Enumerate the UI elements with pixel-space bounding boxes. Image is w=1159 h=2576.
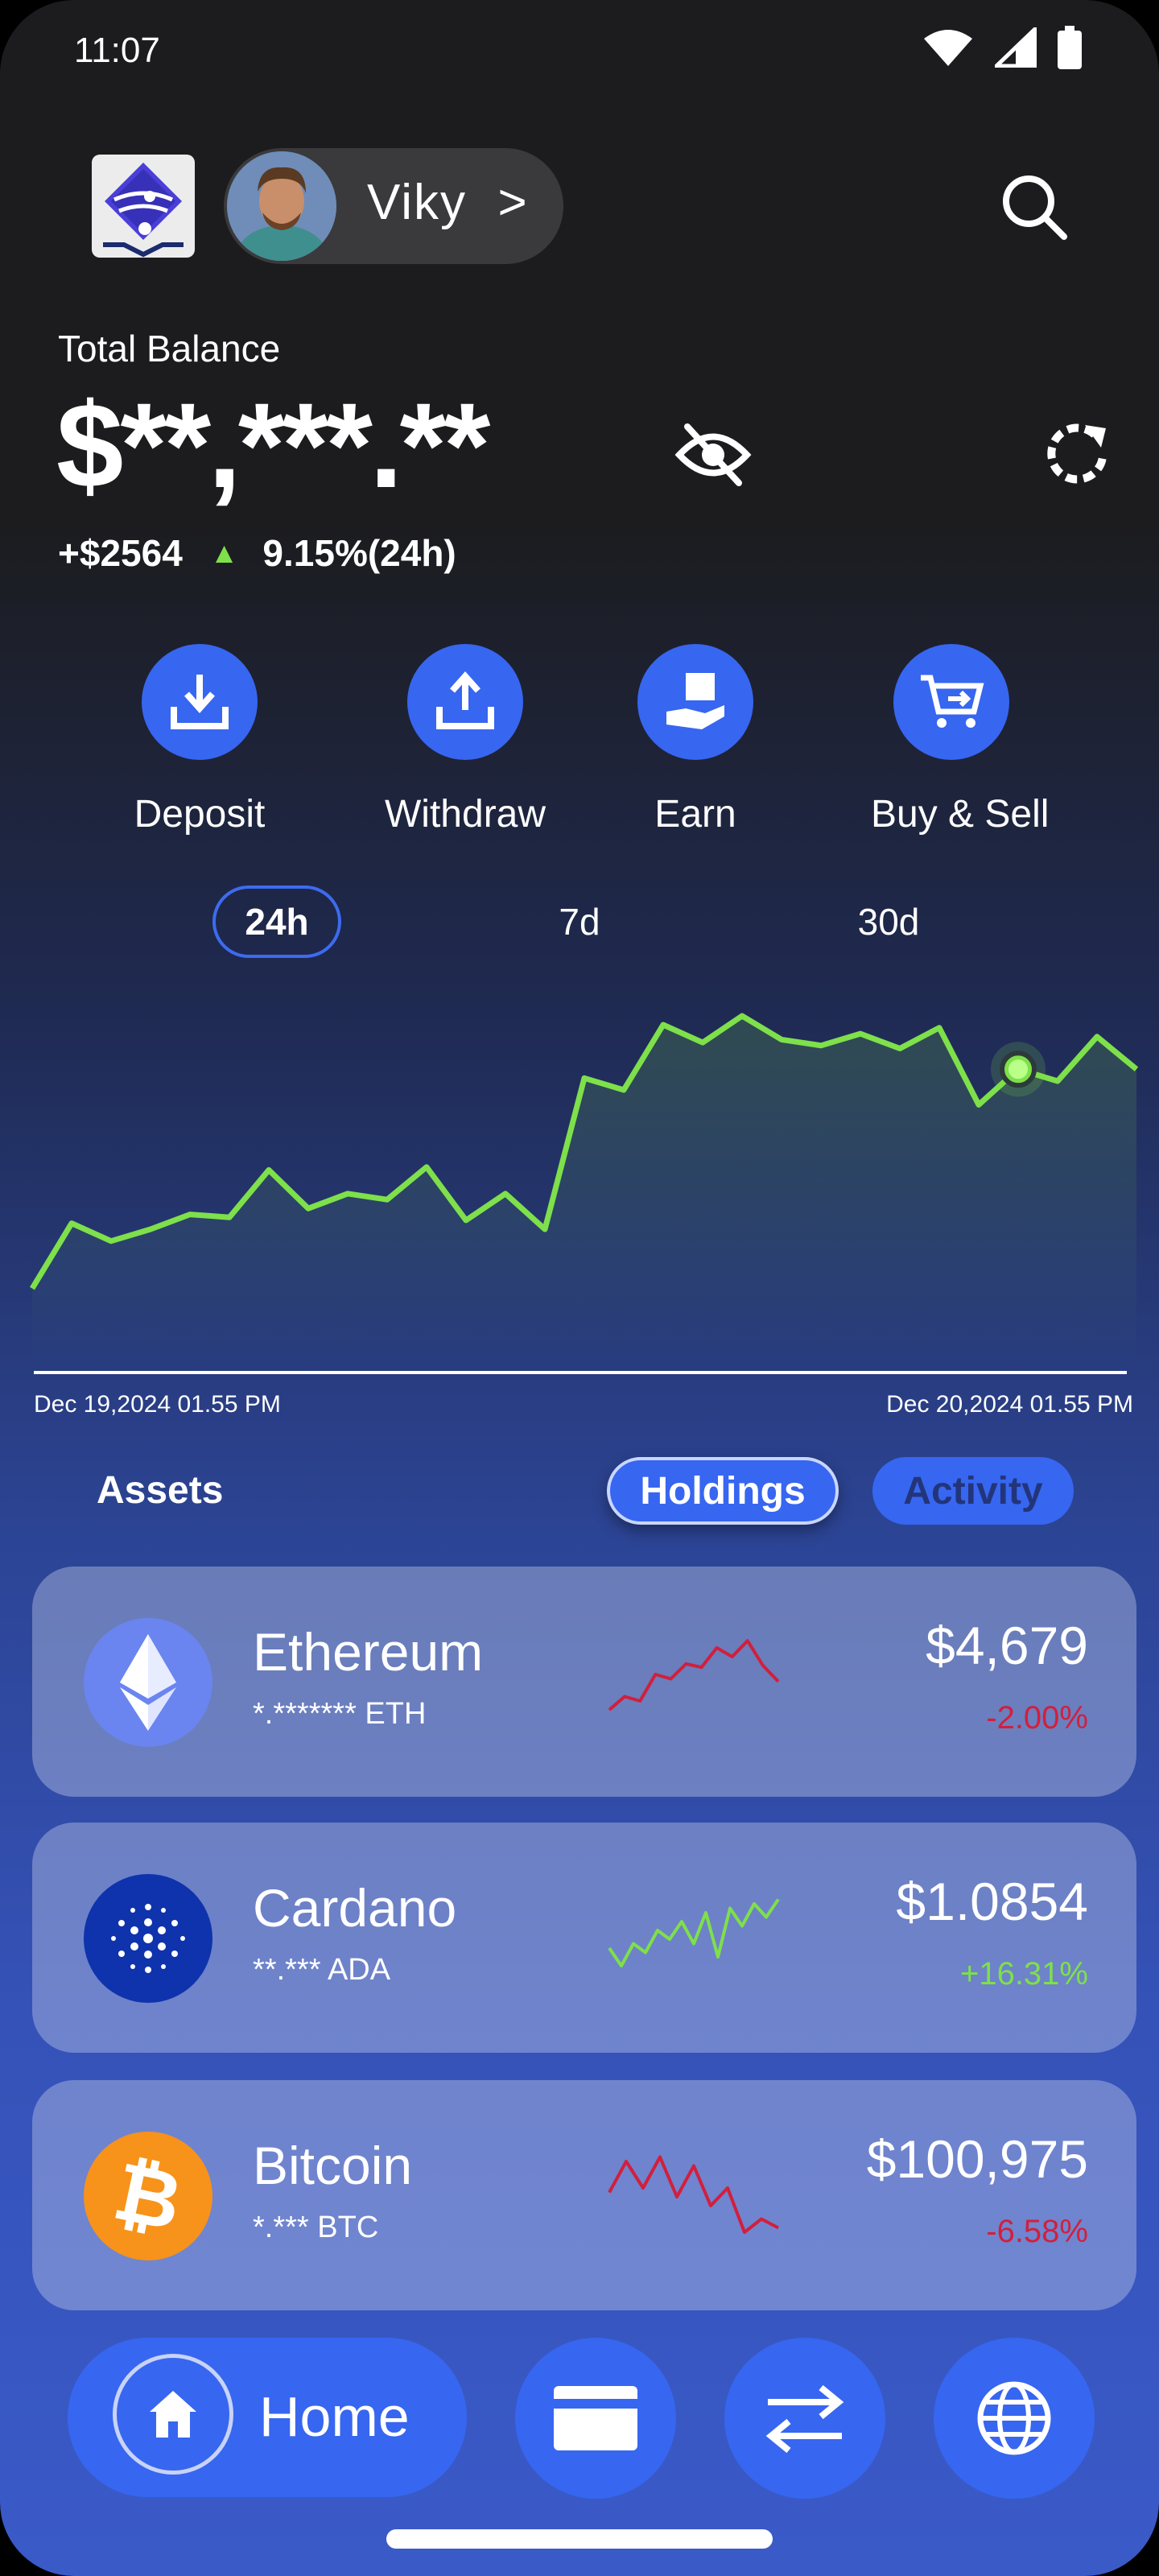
balance-chart <box>30 1013 1139 1374</box>
deposit-button[interactable]: Deposit <box>119 644 280 836</box>
status-icons <box>922 26 1082 69</box>
bitcoin-icon: ₿ <box>84 2132 212 2260</box>
nav-home-label: Home <box>259 2385 410 2448</box>
withdraw-button[interactable]: Withdraw <box>385 644 546 836</box>
cart-icon <box>893 644 1009 760</box>
home-icon <box>113 2354 233 2475</box>
nav-globe-button[interactable] <box>934 2338 1095 2499</box>
logo-icon <box>103 163 184 258</box>
app-logo[interactable] <box>92 155 195 258</box>
tab-24h[interactable]: 24h <box>212 886 341 958</box>
download-tray-icon <box>142 644 258 760</box>
chart-marker-center <box>1008 1059 1028 1080</box>
nav-home-button[interactable]: Home <box>68 2338 467 2497</box>
balance-change: +$2564 ▲ 9.15%(24h) <box>58 531 456 575</box>
tab-holdings[interactable]: Holdings <box>607 1457 839 1525</box>
coin-holding: *.*** BTC <box>253 2211 379 2244</box>
asset-card-cardano[interactable]: Cardano **.*** ADA $1.0854 +16.31% <box>32 1823 1136 2053</box>
battery-icon <box>1058 26 1082 69</box>
hand-receive-icon <box>637 644 753 760</box>
coin-change: +16.31% <box>959 1956 1088 1992</box>
home-indicator <box>386 2529 773 2549</box>
asset-card-ethereum[interactable]: Ethereum *.******* ETH $4,679 -2.00% <box>32 1567 1136 1797</box>
earn-label: Earn <box>654 793 736 836</box>
buy-sell-button[interactable]: Buy & Sell <box>871 644 1050 836</box>
trend-up-icon: ▲ <box>209 536 239 569</box>
chevron-right-icon: > <box>497 175 529 230</box>
coin-price: $4,679 <box>926 1616 1088 1675</box>
sparkline <box>608 2155 779 2234</box>
total-balance-label: Total Balance <box>58 328 281 369</box>
coin-price: $100,975 <box>866 2129 1088 2189</box>
status-time: 11:07 <box>74 31 160 70</box>
search-button[interactable] <box>996 169 1074 246</box>
coin-name: Bitcoin <box>253 2136 413 2195</box>
card-icon <box>554 2386 637 2450</box>
chart-area <box>32 1016 1136 1373</box>
coin-holding: *.******* ETH <box>253 1697 427 1731</box>
nav-swap-button[interactable] <box>724 2338 885 2499</box>
asset-card-bitcoin[interactable]: ₿ Bitcoin *.*** BTC $100,975 -6.58% <box>32 2080 1136 2310</box>
globe-icon <box>977 2381 1051 2455</box>
hide-balance-button[interactable] <box>673 419 753 491</box>
chart-marker[interactable] <box>991 1042 1046 1097</box>
coin-price: $1.0854 <box>896 1872 1088 1931</box>
sparkline <box>608 1639 780 1711</box>
coin-holding: **.*** ADA <box>253 1953 391 1987</box>
chart-end-date: Dec 20,2024 01.55 PM <box>886 1391 1133 1418</box>
chart-start-date: Dec 19,2024 01.55 PM <box>34 1391 281 1418</box>
upload-tray-icon <box>407 644 523 760</box>
tab-30d[interactable]: 30d <box>824 886 953 958</box>
app-screen: 11:07 Viky > Total Balance $**,***.** +$… <box>0 0 1159 2576</box>
sparkline <box>608 1898 780 1967</box>
buy-sell-label: Buy & Sell <box>871 793 1050 836</box>
wifi-icon <box>924 30 972 66</box>
user-profile-button[interactable]: Viky > <box>224 148 563 264</box>
coin-change: -2.00% <box>986 1700 1088 1736</box>
ethereum-icon <box>84 1618 212 1747</box>
cardano-icon <box>84 1874 212 2003</box>
coin-name: Ethereum <box>253 1622 484 1682</box>
refresh-icon <box>1047 423 1107 484</box>
tab-activity[interactable]: Activity <box>872 1457 1074 1525</box>
total-balance-value: $**,***.** <box>56 378 490 513</box>
earn-button[interactable]: Earn <box>615 644 776 836</box>
coin-name: Cardano <box>253 1878 457 1938</box>
deposit-label: Deposit <box>134 793 266 836</box>
withdraw-label: Withdraw <box>385 793 547 836</box>
swap-icon <box>765 2384 844 2454</box>
nav-wallet-button[interactable] <box>515 2338 676 2499</box>
eye-off-icon <box>674 423 752 486</box>
avatar <box>227 151 336 261</box>
coin-change: -6.58% <box>986 2214 1088 2249</box>
search-icon <box>1003 175 1067 240</box>
signal-icon <box>995 27 1037 68</box>
change-percent: 9.15%(24h) <box>262 532 456 574</box>
assets-title: Assets <box>97 1469 224 1512</box>
user-name: Viky > <box>367 175 529 230</box>
change-amount: +$2564 <box>58 532 183 574</box>
refresh-button[interactable] <box>1038 417 1116 494</box>
tab-7d[interactable]: 7d <box>515 886 644 958</box>
